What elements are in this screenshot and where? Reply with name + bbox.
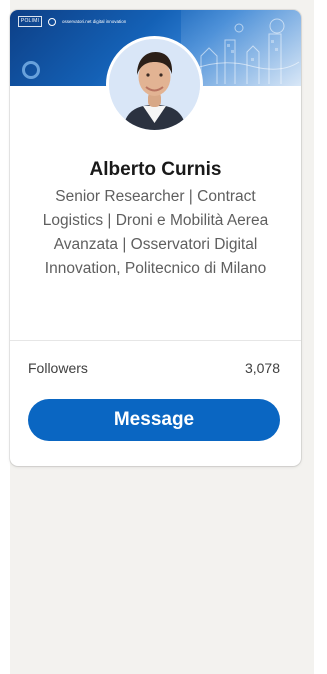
profile-name[interactable]: Alberto Curnis <box>10 159 301 181</box>
followers-row: Followers 3,078 <box>28 360 280 376</box>
osservatori-logo-text: osservatori.net digital innovation <box>62 19 127 24</box>
profile-headline: Senior Researcher | Contract Logistics |… <box>42 188 269 277</box>
polimi-logo: POLIMI <box>18 16 42 27</box>
followers-label: Followers <box>28 360 88 376</box>
profile-card: POLIMI osservatori.net digital innovatio… <box>10 10 301 466</box>
lens-ring-icon <box>22 61 40 79</box>
message-button[interactable]: Message <box>28 399 280 441</box>
banner-logos: POLIMI osservatori.net digital innovatio… <box>18 16 126 27</box>
avatar[interactable] <box>106 36 203 133</box>
osservatori-logo-icon <box>48 17 56 26</box>
divider <box>10 340 301 341</box>
followers-count: 3,078 <box>244 360 280 376</box>
